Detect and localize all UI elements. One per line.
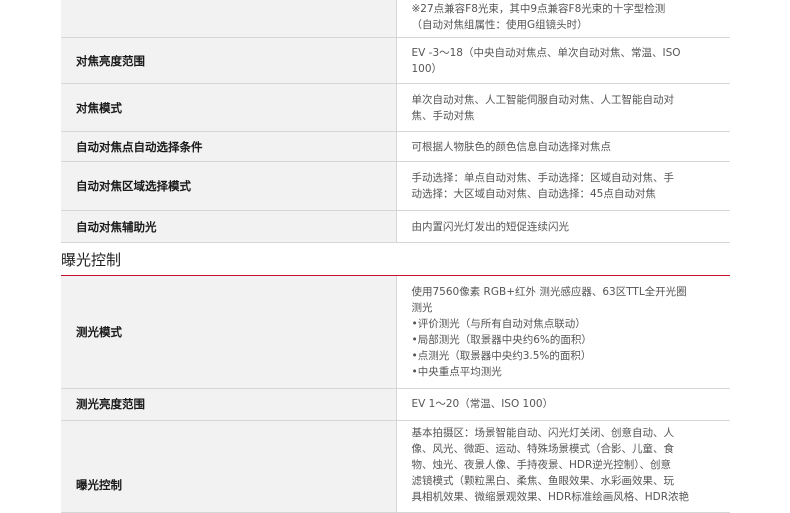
section-title: 曝光控制 [61,243,730,276]
table-row: 测光模式 使用7560像素 RGB+红外 测光感应器、63区TTL全开光圈 测光… [61,276,730,389]
spec-page: ※27点兼容F8光束，其中9点兼容F8光束的十字型检测 （自动对焦组属性：使用G… [0,0,790,513]
value-line: 像、风光、微距、运动、特殊场景模式（合影、儿童、食 [411,442,675,455]
spec-label: 自动对焦辅助光 [61,210,397,243]
spec-value: 由内置闪光灯发出的短促连续闪光 [396,210,730,243]
value-line: （自动对焦组属性：使用G组镜头时） [411,19,588,31]
spec-value: ※27点兼容F8光束，其中9点兼容F8光束的十字型检测 （自动对焦组属性：使用G… [396,0,730,38]
value-line: EV 1～20（常温、ISO 100） [411,398,554,410]
value-line: 单次自动对焦、人工智能伺服自动对焦、人工智能自动对 [411,93,675,106]
table-row: 自动对焦点自动选择条件 可根据人物肤色的颜色信息自动选择对焦点 [61,131,730,162]
spec-label: 自动对焦点自动选择条件 [61,131,397,162]
value-line: 可根据人物肤色的颜色信息自动选择对焦点 [411,140,612,153]
spec-value: 手动选择：单点自动对焦、手动选择：区域自动对焦、手 动选择：大区域自动对焦、自动… [396,161,730,211]
spec-value: 单次自动对焦、人工智能伺服自动对焦、人工智能自动对 焦、手动对焦 [396,83,730,132]
spec-label: 自动对焦区域选择模式 [61,161,397,211]
table-row: 测光亮度范围 EV 1～20（常温、ISO 100） [61,388,730,421]
value-line: 使用7560像素 RGB+红外 测光感应器、63区TTL全开光圈 [411,285,687,298]
exposure-spec-table: 测光模式 使用7560像素 RGB+红外 测光感应器、63区TTL全开光圈 测光… [61,276,730,513]
table-row: 自动对焦区域选择模式 手动选择：单点自动对焦、手动选择：区域自动对焦、手 动选择… [61,161,730,211]
spec-value: 基本拍摄区：场景智能自动、闪光灯关闭、创意自动、人 像、风光、微距、运动、特殊场… [396,420,730,513]
spec-value: 可根据人物肤色的颜色信息自动选择对焦点 [396,131,730,162]
spec-label: 对焦模式 [61,83,397,132]
value-line: 由内置闪光灯发出的短促连续闪光 [411,220,570,233]
value-line: ※27点兼容F8光束，其中9点兼容F8光束的十字型检测 [411,3,666,15]
af-spec-table: ※27点兼容F8光束，其中9点兼容F8光束的十字型检测 （自动对焦组属性：使用G… [61,0,730,243]
value-line: 物、烛光、夜景人像、手持夜景、HDR逆光控制）、创意 [411,458,672,471]
value-line: 动选择：大区域自动对焦、自动选择：45点自动对焦 [411,188,656,200]
value-line: EV -3～18（中央自动对焦点、单次自动对焦、常温、ISO [411,46,681,59]
value-line: 基本拍摄区：场景智能自动、闪光灯关闭、创意自动、人 [411,426,675,439]
value-line: •评价测光（与所有自动对焦点联动） [411,317,586,330]
value-line: 焦、手动对焦 [411,109,475,122]
value-line: 100） [411,62,443,75]
spec-label: 测光亮度范围 [61,388,397,421]
spec-label [61,0,397,38]
table-row: 对焦模式 单次自动对焦、人工智能伺服自动对焦、人工智能自动对 焦、手动对焦 [61,83,730,132]
table-row: 曝光控制 基本拍摄区：场景智能自动、闪光灯关闭、创意自动、人 像、风光、微距、运… [61,420,730,513]
value-line: 测光 [411,301,433,314]
spec-label: 测光模式 [61,276,397,389]
value-line: •点测光（取景器中央约3.5%的面积） [411,349,592,362]
value-line: 具相机效果、微缩景观效果、HDR标准绘画风格、HDR浓艳 [411,490,690,503]
spec-value: EV 1～20（常温、ISO 100） [396,388,730,421]
spec-label: 对焦亮度范围 [61,37,397,84]
spec-value: EV -3～18（中央自动对焦点、单次自动对焦、常温、ISO 100） [396,37,730,84]
value-line: 滤镜模式（颗粒黑白、柔焦、鱼眼效果、水彩画效果、玩 [411,474,675,487]
spec-label: 曝光控制 [61,420,397,513]
table-row: 对焦亮度范围 EV -3～18（中央自动对焦点、单次自动对焦、常温、ISO 10… [61,37,730,84]
table-row: 自动对焦辅助光 由内置闪光灯发出的短促连续闪光 [61,210,730,243]
value-line: 手动选择：单点自动对焦、手动选择：区域自动对焦、手 [411,172,675,184]
table-row: ※27点兼容F8光束，其中9点兼容F8光束的十字型检测 （自动对焦组属性：使用G… [61,0,730,38]
spec-value: 使用7560像素 RGB+红外 测光感应器、63区TTL全开光圈 测光 •评价测… [396,276,730,389]
value-line: •局部测光（取景器中央约6%的面积） [411,333,592,346]
value-line: •中央重点平均测光 [411,365,502,378]
